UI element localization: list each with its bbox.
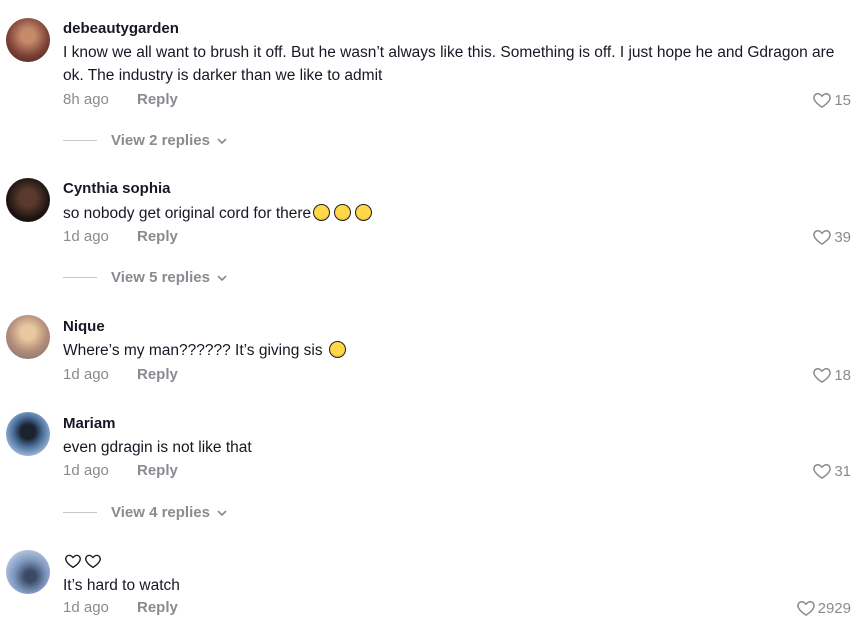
divider	[63, 140, 97, 141]
comment-username[interactable]: debeautygarden	[63, 20, 179, 37]
view-replies-button[interactable]: View 4 replies	[63, 504, 228, 521]
like-count: 18	[834, 366, 851, 384]
comment-meta: 1d ago Reply	[63, 462, 178, 479]
tired-face-emoji	[313, 204, 331, 221]
tired-face-emoji	[334, 204, 352, 221]
comment-text: I know we all want to brush it off. But …	[63, 44, 835, 84]
reply-button[interactable]: Reply	[137, 228, 178, 245]
chevron-down-icon	[216, 272, 228, 284]
reply-button[interactable]: Reply	[137, 91, 178, 108]
avatar[interactable]	[6, 178, 50, 222]
comment-time: 1d ago	[63, 228, 109, 245]
view-replies-label: View 4 replies	[111, 504, 210, 521]
comment-username[interactable]: Nique	[63, 318, 105, 335]
like-button[interactable]: 18	[812, 365, 851, 385]
like-button[interactable]: 2929	[796, 598, 851, 618]
comment-time: 8h ago	[63, 91, 109, 108]
comment-meta: 1d ago Reply	[63, 599, 178, 616]
comment-time: 1d ago	[63, 462, 109, 479]
comment-text-content: Where’s my man?????? It’s giving sis	[63, 342, 323, 359]
like-count: 15	[834, 91, 851, 109]
comment-meta: 1d ago Reply	[63, 228, 178, 245]
heart-outline-icon	[812, 461, 832, 481]
like-button[interactable]: 15	[812, 90, 851, 110]
avatar[interactable]	[6, 18, 50, 62]
view-replies-label: View 2 replies	[111, 132, 210, 149]
heart-outline-icon	[812, 90, 832, 110]
reply-button[interactable]: Reply	[137, 462, 178, 479]
comment-text: so nobody get original cord for there	[63, 202, 843, 225]
comment-text-content: so nobody get original cord for there	[63, 205, 312, 222]
comment-meta: 1d ago Reply	[63, 366, 178, 383]
like-button[interactable]: 39	[812, 227, 851, 247]
comment-time: 1d ago	[63, 599, 109, 616]
comment-time: 1d ago	[63, 366, 109, 383]
chevron-down-icon	[216, 507, 228, 519]
heart-outline-icon	[812, 365, 832, 385]
view-replies-label: View 5 replies	[111, 269, 210, 286]
divider	[63, 512, 97, 513]
like-count: 39	[834, 228, 851, 246]
chevron-down-icon	[216, 135, 228, 147]
comment-username[interactable]: Cynthia sophia	[63, 180, 171, 197]
reply-button[interactable]: Reply	[137, 366, 178, 383]
like-button[interactable]: 31	[812, 461, 851, 481]
comment-username[interactable]: Mariam	[63, 415, 116, 432]
view-replies-button[interactable]: View 2 replies	[63, 132, 228, 149]
heart-outline-icon	[812, 227, 832, 247]
avatar[interactable]	[6, 315, 50, 359]
heart-outline-icon	[63, 552, 83, 570]
view-replies-button[interactable]: View 5 replies	[63, 269, 228, 286]
heart-outline-icon	[83, 552, 103, 570]
comment-text: It’s hard to watch	[63, 577, 180, 594]
laughing-tears-emoji	[355, 204, 373, 221]
like-count: 2929	[817, 599, 851, 617]
comment-username[interactable]	[63, 552, 103, 570]
avatar[interactable]	[6, 550, 50, 594]
like-count: 31	[834, 462, 851, 480]
heart-outline-icon	[796, 598, 816, 618]
comment-meta: 8h ago Reply	[63, 91, 178, 108]
reply-button[interactable]: Reply	[137, 599, 178, 616]
comment-text: Where’s my man?????? It’s giving sis	[63, 339, 843, 362]
rolling-eyes-emoji	[328, 341, 346, 358]
avatar[interactable]	[6, 412, 50, 456]
comment-text: even gdragin is not like that	[63, 439, 252, 456]
divider	[63, 277, 97, 278]
